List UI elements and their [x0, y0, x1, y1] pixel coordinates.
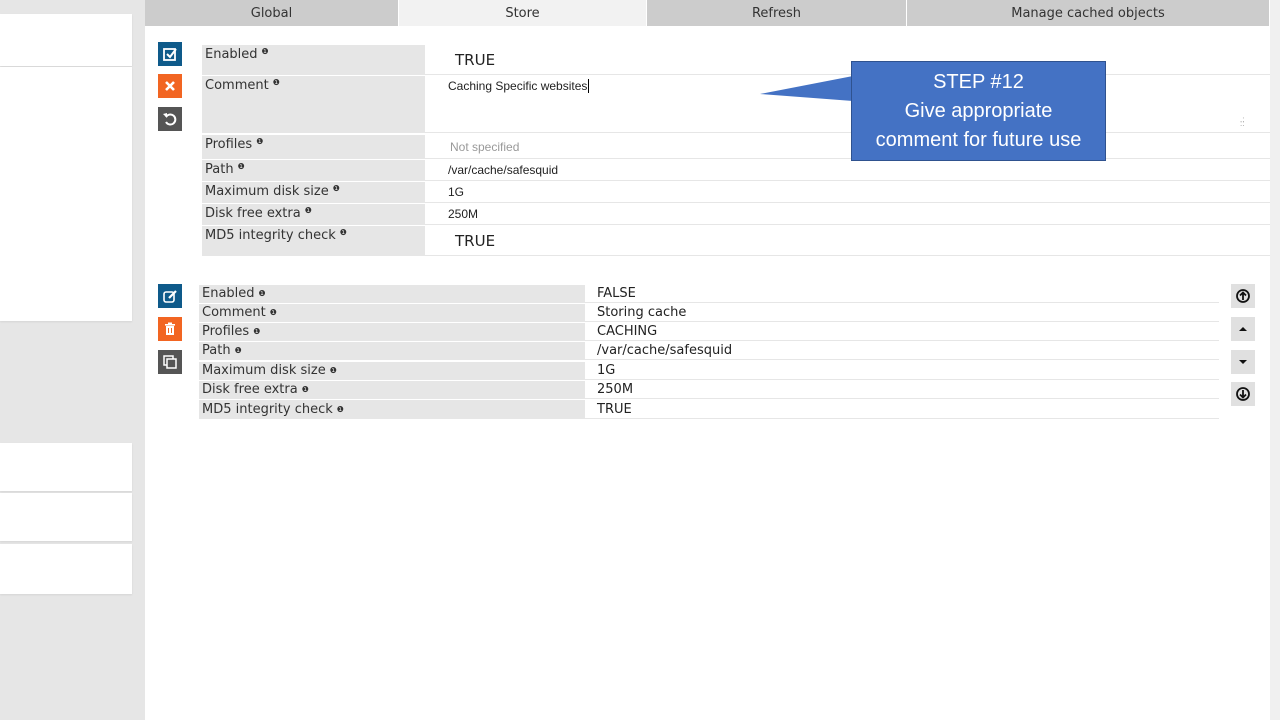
- field-row-comment: Comment ❶ Caching Specific websites .:::: [202, 76, 1270, 133]
- disk-free-extra-input[interactable]: 250M: [425, 204, 1270, 224]
- field-value: Storing cache: [597, 305, 687, 320]
- field-row-md5-check: MD5 integrity check ❶ TRUE: [202, 226, 1270, 256]
- info-icon[interactable]: ❶: [256, 137, 263, 146]
- info-icon[interactable]: ❶: [305, 206, 312, 215]
- entry-row-profiles: Profiles ❶ CACHING: [199, 323, 1219, 341]
- profiles-input[interactable]: Not specified: [425, 135, 1270, 158]
- info-icon[interactable]: ❶: [235, 346, 242, 355]
- edit-icon: [163, 290, 177, 303]
- field-row-profiles: Profiles ❶ Not specified: [202, 135, 1270, 159]
- cancel-button[interactable]: [158, 74, 182, 98]
- info-icon[interactable]: ❶: [333, 184, 340, 193]
- check-icon: [163, 48, 177, 61]
- move-to-top-button[interactable]: [1231, 284, 1255, 308]
- arrow-circle-up-icon: [1236, 289, 1250, 303]
- info-icon[interactable]: ❶: [302, 385, 309, 394]
- entry-row-md5-check: MD5 integrity check ❶ TRUE: [199, 400, 1219, 419]
- info-icon[interactable]: ❶: [337, 405, 344, 414]
- info-icon[interactable]: ❶: [270, 308, 277, 317]
- entry-row-enabled: Enabled ❶ FALSE: [199, 285, 1219, 303]
- tab-bar: Global Store Refresh Manage cached objec…: [145, 0, 1270, 26]
- field-label: Maximum disk size ❶: [199, 362, 585, 379]
- path-input[interactable]: /var/cache/safesquid: [425, 160, 1270, 180]
- info-icon[interactable]: ❶: [273, 78, 280, 87]
- step-callout: STEP #12 Give appropriate comment for fu…: [851, 61, 1106, 161]
- move-to-bottom-button[interactable]: [1231, 382, 1255, 406]
- field-value: CACHING: [597, 324, 658, 339]
- tab-manage-cached-objects[interactable]: Manage cached objects: [907, 0, 1270, 26]
- save-button[interactable]: [158, 42, 182, 66]
- copy-icon: [163, 355, 177, 369]
- left-sidebar: [0, 0, 145, 720]
- move-up-button[interactable]: [1231, 317, 1255, 341]
- field-row-enabled: Enabled ❶ TRUE: [202, 45, 1270, 75]
- callout-line-3: comment for future use: [875, 129, 1082, 151]
- field-label: MD5 integrity check ❶: [202, 226, 425, 255]
- field-label: Path ❶: [199, 342, 585, 359]
- field-label: Comment ❶: [202, 76, 425, 132]
- sidebar-card-4[interactable]: [0, 493, 132, 541]
- field-row-max-disk-size: Maximum disk size ❶ 1G: [202, 182, 1270, 203]
- info-icon[interactable]: ❶: [330, 366, 337, 375]
- enabled-select[interactable]: TRUE: [425, 45, 1270, 74]
- sidebar-card-3[interactable]: [0, 443, 132, 491]
- caret-down-icon: [1239, 360, 1247, 364]
- trash-icon: [165, 322, 175, 335]
- sidebar-card-5[interactable]: [0, 544, 132, 594]
- field-value: 250M: [597, 382, 634, 397]
- field-label: Disk free extra ❶: [202, 204, 425, 224]
- reset-button[interactable]: [158, 107, 182, 131]
- move-down-button[interactable]: [1231, 350, 1255, 374]
- close-icon: [165, 81, 175, 91]
- field-row-disk-free-extra: Disk free extra ❶ 250M: [202, 204, 1270, 225]
- sidebar-card-1[interactable]: [0, 14, 132, 66]
- text-cursor: [588, 79, 590, 93]
- field-label: Disk free extra ❶: [199, 381, 585, 398]
- duplicate-button[interactable]: [158, 350, 182, 374]
- undo-icon: [163, 113, 177, 126]
- callout-line-2: Give appropriate: [904, 100, 1053, 122]
- entry-row-disk-free-extra: Disk free extra ❶ 250M: [199, 381, 1219, 399]
- tab-store[interactable]: Store: [399, 0, 647, 26]
- field-value: 1G: [597, 363, 616, 378]
- edit-button[interactable]: [158, 284, 182, 308]
- tab-refresh[interactable]: Refresh: [647, 0, 907, 26]
- tab-global[interactable]: Global: [145, 0, 399, 26]
- field-label: Enabled ❶: [199, 285, 585, 302]
- info-icon[interactable]: ❶: [262, 47, 269, 56]
- info-icon[interactable]: ❶: [238, 162, 245, 171]
- arrow-circle-down-icon: [1236, 387, 1250, 401]
- caret-up-icon: [1239, 327, 1247, 331]
- field-label: Path ❶: [202, 160, 425, 180]
- callout-step-title: STEP #12: [933, 71, 1024, 93]
- max-disk-size-input[interactable]: 1G: [425, 182, 1270, 202]
- field-label: MD5 integrity check ❶: [199, 400, 585, 418]
- field-label: Enabled ❶: [202, 45, 425, 74]
- resize-handle-icon[interactable]: .:::: [1240, 116, 1248, 128]
- field-value: FALSE: [597, 286, 636, 301]
- comment-text: Caching Specific websites: [448, 79, 588, 93]
- field-label: Maximum disk size ❶: [202, 182, 425, 202]
- info-icon[interactable]: ❶: [340, 228, 347, 237]
- field-value: TRUE: [597, 401, 632, 417]
- info-icon[interactable]: ❶: [259, 289, 266, 298]
- field-row-path: Path ❶ /var/cache/safesquid: [202, 160, 1270, 181]
- info-icon[interactable]: ❶: [253, 327, 260, 336]
- entry-row-comment: Comment ❶ Storing cache: [199, 304, 1219, 322]
- entry-row-max-disk-size: Maximum disk size ❶ 1G: [199, 362, 1219, 380]
- delete-button[interactable]: [158, 317, 182, 341]
- sidebar-card-2[interactable]: [0, 67, 132, 321]
- field-label: Comment ❶: [199, 304, 585, 321]
- main-content: Global Store Refresh Manage cached objec…: [145, 0, 1270, 720]
- entry-row-path: Path ❶ /var/cache/safesquid: [199, 342, 1219, 360]
- field-label: Profiles ❶: [199, 323, 585, 340]
- field-label: Profiles ❶: [202, 135, 425, 158]
- md5-check-select[interactable]: TRUE: [425, 226, 1270, 255]
- scrollbar-track[interactable]: [1270, 0, 1280, 720]
- callout-pointer: [760, 76, 853, 101]
- field-value: /var/cache/safesquid: [597, 343, 733, 358]
